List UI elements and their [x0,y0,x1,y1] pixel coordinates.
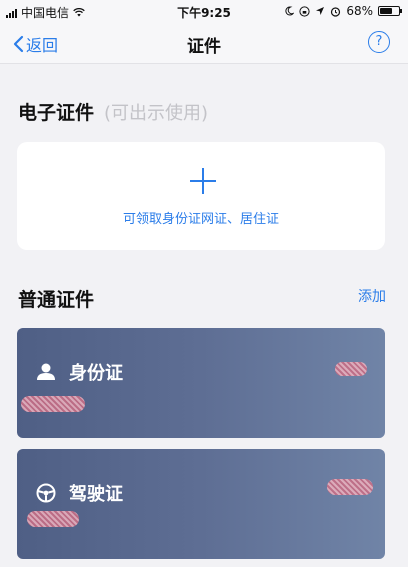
lock-rotation-icon [299,5,310,17]
nav-bar: 返回 证件 ? [0,22,408,64]
person-icon [37,363,55,380]
add-document-link[interactable]: 添加 [358,286,386,306]
electronic-title: 电子证件 [18,102,95,124]
battery-icon [378,6,402,16]
id-card-label: 身份证 [69,363,123,384]
id-card[interactable]: 身份证 [17,328,385,438]
status-bar: 中国电信 下午9:25 68% [0,0,408,22]
moon-icon [285,6,295,16]
plus-icon [190,168,216,194]
driver-license-card[interactable]: 驾驶证 [17,449,385,559]
add-electronic-text: 可领取身份证网证、居住证 [122,212,279,227]
redacted-number [335,362,367,376]
steering-wheel-icon [36,483,56,503]
help-icon[interactable]: ? [368,31,390,53]
electronic-section-title: 电子证件 (可出示使用) [18,98,208,125]
redacted-number [327,479,373,495]
page-title: 证件 [187,37,221,57]
status-right: 68% [284,4,402,18]
alarm-icon [331,6,341,17]
battery-percent: 68% [346,4,373,18]
add-electronic-card[interactable]: 可领取身份证网证、居住证 [17,142,385,250]
driver-license-label: 驾驶证 [69,484,123,505]
regular-section-title: 普通证件 [18,289,95,311]
redacted-name [21,396,85,412]
location-icon [316,7,325,15]
redacted-name [27,511,79,527]
electronic-subtitle: (可出示使用) [104,103,209,124]
